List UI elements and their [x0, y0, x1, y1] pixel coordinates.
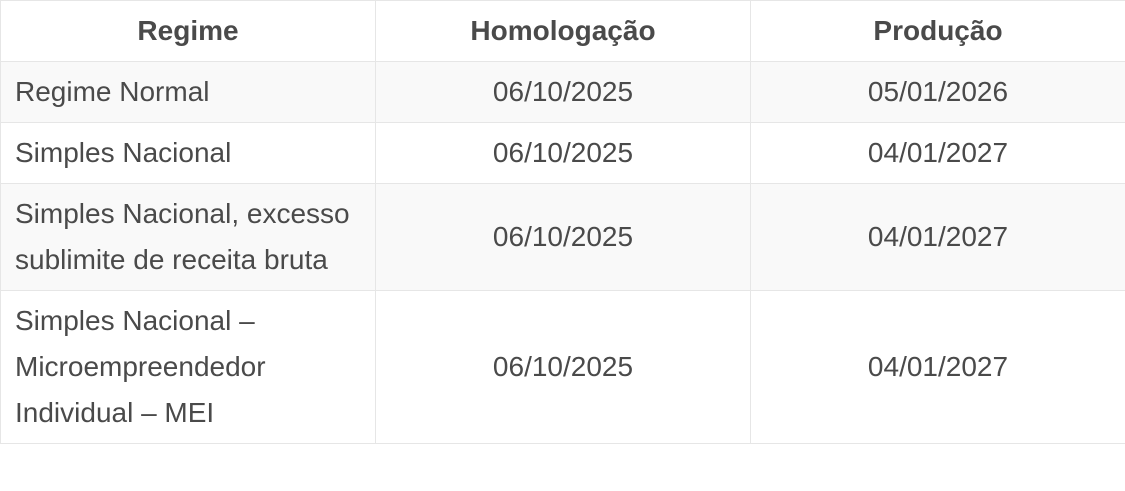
cell-homologacao: 06/10/2025	[375, 122, 751, 184]
cell-homologacao: 06/10/2025	[375, 61, 751, 123]
table-row: Simples Nacional – Microempreendedor Ind…	[0, 290, 1125, 444]
table-header-row: Regime Homologação Produção	[0, 0, 1125, 62]
cell-homologacao: 06/10/2025	[375, 290, 751, 444]
cell-producao: 05/01/2026	[750, 61, 1125, 123]
table-row: Regime Normal 06/10/2025 05/01/2026	[0, 61, 1125, 123]
table-row: Simples Nacional 06/10/2025 04/01/2027	[0, 122, 1125, 184]
column-header-producao: Produção	[750, 0, 1125, 62]
cell-regime: Regime Normal	[0, 61, 376, 123]
cell-regime: Simples Nacional – Microempreendedor Ind…	[0, 290, 376, 444]
schedule-table: Regime Homologação Produção Regime Norma…	[0, 0, 1125, 444]
table-row: Simples Nacional, excesso sublimite de r…	[0, 183, 1125, 291]
cell-producao: 04/01/2027	[750, 183, 1125, 291]
column-header-homologacao: Homologação	[375, 0, 751, 62]
cell-regime: Simples Nacional, excesso sublimite de r…	[0, 183, 376, 291]
cell-homologacao: 06/10/2025	[375, 183, 751, 291]
cell-regime: Simples Nacional	[0, 122, 376, 184]
cell-producao: 04/01/2027	[750, 290, 1125, 444]
column-header-regime: Regime	[0, 0, 376, 62]
cell-producao: 04/01/2027	[750, 122, 1125, 184]
